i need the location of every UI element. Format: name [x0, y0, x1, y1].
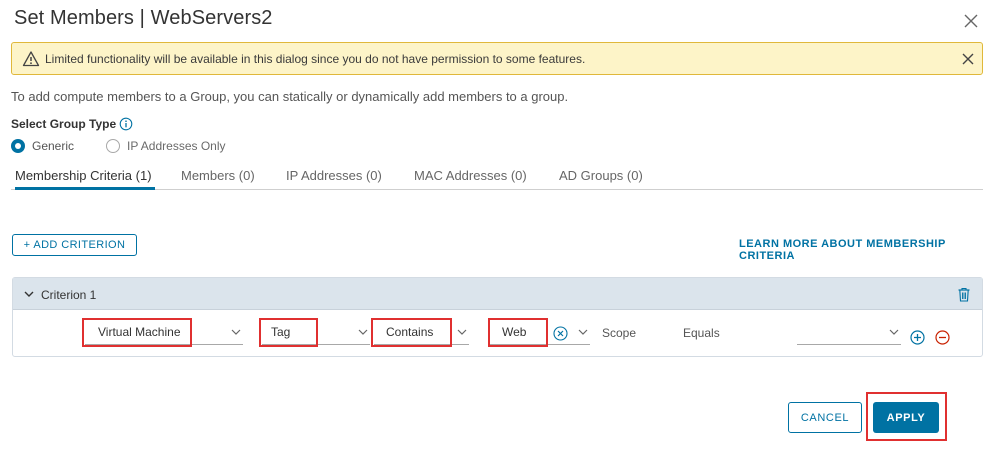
chevron-down-icon	[578, 329, 588, 335]
radio-selected-icon	[11, 139, 25, 153]
chevron-down-icon	[231, 329, 241, 335]
chevron-down-icon	[457, 329, 467, 335]
remove-condition-icon[interactable]	[935, 330, 950, 345]
tag-value-select[interactable]: Web	[490, 319, 590, 345]
learn-more-link[interactable]: LEARN MORE ABOUT MEMBERSHIP CRITERIA	[739, 238, 999, 262]
membership-tabs: Membership Criteria (1) Members (0) IP A…	[11, 160, 983, 190]
property-select[interactable]: Tag	[262, 319, 370, 345]
info-icon[interactable]	[119, 117, 133, 131]
chevron-down-icon[interactable]	[23, 288, 35, 300]
scope-value-select[interactable]	[797, 319, 901, 345]
dismiss-warning-button[interactable]	[958, 49, 978, 69]
member-type-select[interactable]: Virtual Machine	[85, 319, 243, 345]
group-type-label: Select Group Type	[11, 117, 117, 131]
scope-operator: Equals	[683, 326, 720, 340]
cancel-button[interactable]: CANCEL	[788, 402, 862, 433]
warning-icon	[22, 51, 40, 67]
warning-banner: Limited functionality will be available …	[11, 42, 983, 75]
close-icon	[964, 14, 978, 28]
radio-ip-addresses-only[interactable]: IP Addresses Only	[106, 139, 226, 153]
dialog-title: Set Members | WebServers2	[14, 7, 273, 29]
tab-mac-addresses[interactable]: MAC Addresses (0)	[414, 168, 527, 183]
criterion-header: Criterion 1	[13, 278, 982, 310]
apply-button[interactable]: APPLY	[873, 402, 939, 433]
radio-generic[interactable]: Generic	[11, 139, 74, 153]
radio-unselected-icon	[106, 139, 120, 153]
criterion-title: Criterion 1	[41, 288, 97, 302]
close-icon	[962, 53, 974, 65]
chevron-down-icon	[889, 329, 899, 335]
add-criterion-button[interactable]: + ADD CRITERION	[12, 234, 137, 256]
trash-icon[interactable]	[957, 287, 971, 302]
tab-ip-addresses[interactable]: IP Addresses (0)	[286, 168, 382, 183]
property-value: Tag	[271, 325, 291, 339]
clear-value-icon[interactable]	[553, 326, 568, 341]
criterion-panel: Criterion 1	[12, 277, 983, 357]
tab-ad-groups[interactable]: AD Groups (0)	[559, 168, 643, 183]
close-dialog-button[interactable]	[960, 10, 982, 32]
active-tab-indicator	[15, 187, 155, 190]
tag-value: Web	[502, 325, 527, 339]
warning-text: Limited functionality will be available …	[45, 52, 586, 66]
radio-ip-addresses-only-label: IP Addresses Only	[127, 139, 226, 153]
member-type-value: Virtual Machine	[98, 325, 181, 339]
tab-members[interactable]: Members (0)	[181, 168, 255, 183]
scope-label: Scope	[602, 326, 637, 340]
operator-select[interactable]: Contains	[374, 319, 469, 345]
radio-generic-label: Generic	[32, 139, 75, 153]
add-condition-icon[interactable]	[910, 330, 925, 345]
chevron-down-icon	[358, 329, 368, 335]
intro-text: To add compute members to a Group, you c…	[11, 89, 569, 104]
operator-value: Contains	[386, 325, 434, 339]
tab-membership-criteria[interactable]: Membership Criteria (1)	[15, 168, 152, 183]
